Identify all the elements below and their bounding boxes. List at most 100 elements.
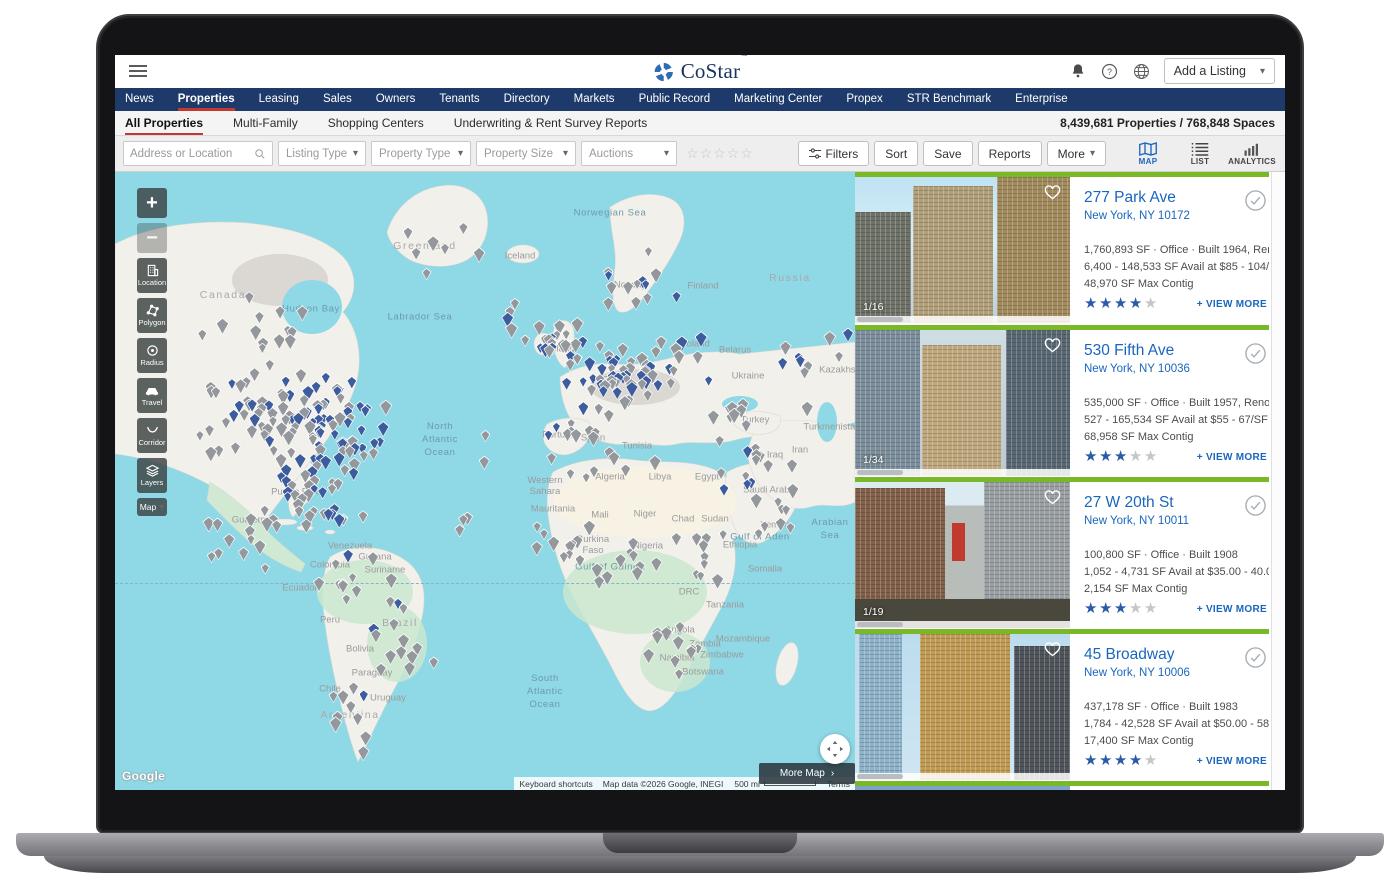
search-input[interactable]: [130, 148, 254, 160]
nav-item-directory[interactable]: Directory: [504, 88, 550, 111]
nav-item-propex[interactable]: Propex: [846, 88, 882, 111]
zoom-out-button[interactable]: −: [137, 223, 167, 253]
property-card[interactable]: 1/34 530 Fifth Ave New York, NY 10036 53…: [855, 325, 1269, 476]
main-nav: News Properties Leasing Sales Owners Ten…: [115, 88, 1285, 111]
property-photo[interactable]: 1/34: [855, 330, 1070, 476]
svg-text:?: ?: [1107, 66, 1112, 76]
subnav-all-properties[interactable]: All Properties: [125, 116, 203, 130]
view-more-link[interactable]: + VIEW MORE: [1197, 299, 1267, 310]
zoom-in-button[interactable]: +: [137, 188, 167, 218]
auctions-dropdown[interactable]: Auctions: [581, 141, 677, 166]
nav-item-sales[interactable]: Sales: [323, 88, 352, 111]
nav-item-tenants[interactable]: Tenants: [439, 88, 479, 111]
photo-carousel-scrollbar[interactable]: [855, 316, 1070, 323]
subnav-shopping-centers[interactable]: Shopping Centers: [328, 116, 424, 130]
property-card[interactable]: 45 Broadway New York, NY 10006 437,178 S…: [855, 629, 1269, 780]
property-title-link[interactable]: 27 W 20th St: [1084, 494, 1269, 512]
favorite-heart-icon[interactable]: [1044, 642, 1061, 657]
property-title-link[interactable]: 277 Park Ave: [1084, 189, 1269, 207]
view-toggle-list[interactable]: LIST: [1179, 142, 1221, 166]
property-photo[interactable]: [855, 634, 1070, 780]
view-more-link[interactable]: + VIEW MORE: [1197, 756, 1267, 767]
view-toggle-map[interactable]: MAP: [1127, 142, 1169, 166]
subnav-multi-family[interactable]: Multi-Family: [233, 116, 298, 130]
view-more-link[interactable]: + VIEW MORE: [1197, 452, 1267, 463]
filters-button[interactable]: Filters: [798, 141, 870, 166]
view-more-link[interactable]: + VIEW MORE: [1197, 604, 1267, 615]
favorite-heart-icon[interactable]: [1044, 490, 1061, 505]
layers-tool-button[interactable]: Layers: [137, 458, 167, 493]
favorite-heart-icon[interactable]: [1044, 185, 1061, 200]
select-checkmark-icon[interactable]: [1244, 342, 1267, 365]
property-detail-line: 68,958 SF Max Contig: [1084, 429, 1269, 446]
property-photo[interactable]: [855, 786, 1070, 790]
subnav-underwriting[interactable]: Underwriting & Rent Survey Reports: [454, 116, 647, 130]
keyboard-shortcuts-link[interactable]: Keyboard shortcuts: [514, 777, 597, 790]
laptop-mockup: CoStar™ ? Add a Listing News Properti: [0, 0, 1400, 894]
sub-nav: All Properties Multi-Family Shopping Cen…: [115, 111, 1285, 136]
property-detail-line: 1,760,893 SF · Office · Built 1964, Reno…: [1084, 242, 1269, 259]
map-view-label: MAP: [1139, 157, 1158, 166]
map-type-button[interactable]: Map: [137, 498, 167, 516]
save-button[interactable]: Save: [923, 141, 972, 166]
reports-button[interactable]: Reports: [978, 141, 1042, 166]
nav-item-news[interactable]: News: [125, 88, 154, 111]
property-card[interactable]: 1/19 27 W 20th St New York, NY 10011 100…: [855, 477, 1269, 628]
nav-item-properties[interactable]: Properties: [178, 88, 235, 111]
location-search[interactable]: [123, 141, 273, 166]
select-checkmark-icon[interactable]: [1244, 189, 1267, 212]
property-rating-stars: ★★★★★: [1084, 294, 1159, 312]
location-tool-button[interactable]: Location: [137, 258, 167, 293]
property-card-partial[interactable]: [855, 781, 1269, 790]
help-icon[interactable]: ?: [1100, 61, 1120, 81]
view-toggle-analytics[interactable]: ANALYTICS: [1231, 142, 1273, 166]
property-photo[interactable]: 1/19: [855, 482, 1070, 628]
favorite-heart-icon[interactable]: [1044, 338, 1061, 353]
panel-scrollbar[interactable]: [1271, 172, 1285, 790]
property-type-dropdown[interactable]: Property Type: [371, 141, 471, 166]
photo-carousel-scrollbar[interactable]: [855, 469, 1070, 476]
nav-item-enterprise[interactable]: Enterprise: [1015, 88, 1067, 111]
sort-button[interactable]: Sort: [874, 141, 918, 166]
property-details: 100,800 SF · Office · Built 1908 1,052 -…: [1084, 547, 1269, 598]
nav-item-public-record[interactable]: Public Record: [639, 88, 711, 111]
equator-dashed-line: [115, 583, 855, 584]
radius-tool-button[interactable]: Radius: [137, 338, 167, 373]
listing-type-dropdown[interactable]: Listing Type: [278, 141, 366, 166]
nav-item-markets[interactable]: Markets: [574, 88, 615, 111]
property-card[interactable]: 1/16 277 Park Ave New York, NY 10172 1,7…: [855, 172, 1269, 323]
more-button[interactable]: More: [1047, 141, 1106, 166]
world-map[interactable]: Norwegian SeaHudson BayLabrador SeaNorth…: [115, 172, 855, 790]
nav-item-leasing[interactable]: Leasing: [259, 88, 299, 111]
property-size-dropdown[interactable]: Property Size: [476, 141, 576, 166]
hamburger-menu-icon[interactable]: [129, 65, 147, 78]
photo-carousel-scrollbar[interactable]: [855, 621, 1070, 628]
travel-tool-label: Travel: [142, 399, 163, 407]
logo-text: CoStar: [681, 59, 741, 83]
property-location: New York, NY 10011: [1084, 515, 1269, 527]
property-detail-line: 535,000 SF · Office · Built 1957, Renov …: [1084, 395, 1269, 412]
polygon-tool-button[interactable]: Polygon: [137, 298, 167, 333]
travel-tool-button[interactable]: Travel: [137, 378, 167, 413]
photo-carousel-scrollbar[interactable]: [855, 773, 1070, 780]
nav-item-str-benchmark[interactable]: STR Benchmark: [907, 88, 991, 111]
auctions-label: Auctions: [589, 148, 633, 160]
select-checkmark-icon[interactable]: [1244, 494, 1267, 517]
map-expand-button[interactable]: [820, 734, 850, 764]
select-checkmark-icon[interactable]: [1244, 789, 1267, 790]
rating-filter-stars[interactable]: ☆☆☆☆☆: [686, 145, 754, 162]
corridor-tool-button[interactable]: Corridor: [137, 418, 167, 453]
globe-language-icon[interactable]: [1132, 61, 1152, 81]
property-size-label: Property Size: [484, 148, 553, 160]
property-photo[interactable]: 1/16: [855, 177, 1070, 323]
nav-item-owners[interactable]: Owners: [376, 88, 416, 111]
listing-type-label: Listing Type: [286, 148, 347, 160]
select-checkmark-icon[interactable]: [1244, 646, 1267, 669]
property-title-link[interactable]: 530 Fifth Ave: [1084, 342, 1269, 360]
nav-item-marketing-center[interactable]: Marketing Center: [734, 88, 822, 111]
more-map-button[interactable]: More Map ›: [759, 763, 855, 784]
add-listing-button[interactable]: Add a Listing: [1164, 58, 1275, 84]
more-label: More: [1058, 147, 1085, 161]
notifications-bell-icon[interactable]: [1068, 61, 1088, 81]
property-title-link[interactable]: 45 Broadway: [1084, 646, 1269, 664]
